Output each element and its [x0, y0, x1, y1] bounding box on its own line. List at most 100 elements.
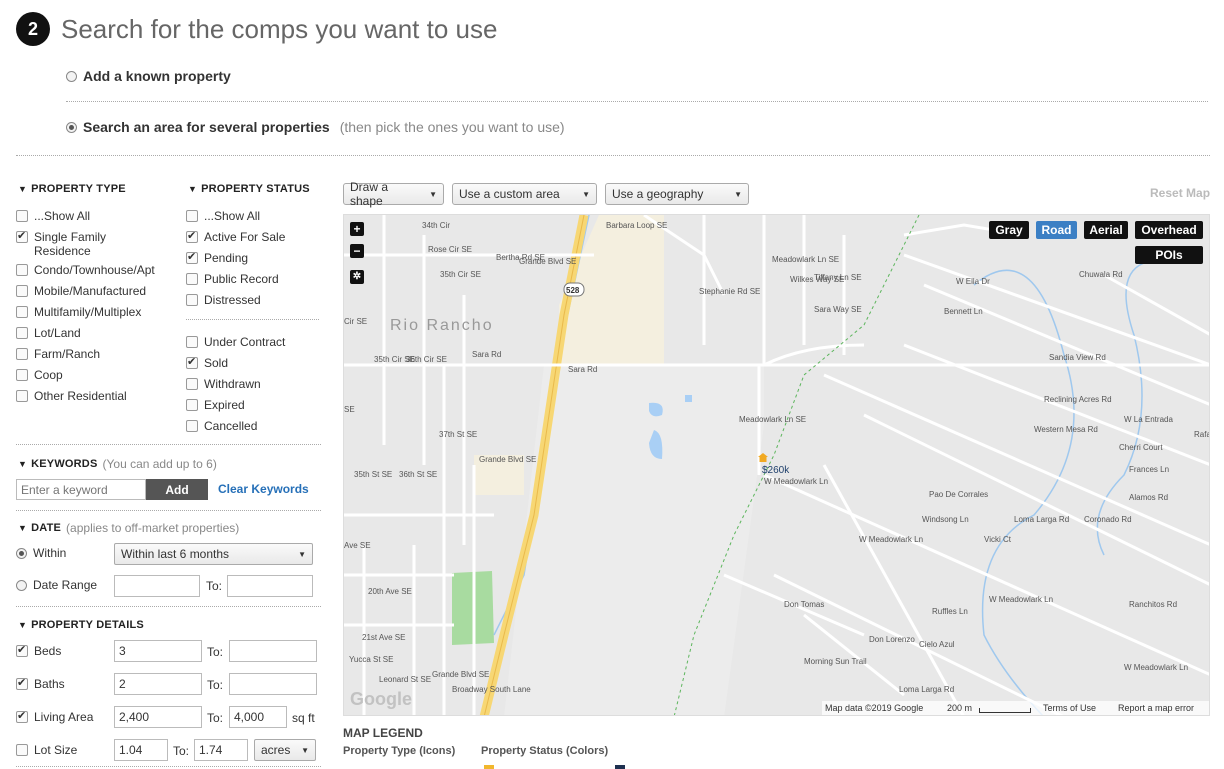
zoom-out-button[interactable]: − — [350, 244, 364, 258]
keywords-header[interactable]: ▼ KEYWORDS (You can add up to 6) — [18, 457, 217, 471]
living-area-from-input[interactable] — [114, 706, 202, 728]
property-type-checkbox[interactable] — [16, 369, 28, 381]
beds-checkbox-row[interactable]: Beds — [16, 643, 61, 658]
property-type-checkbox[interactable] — [16, 390, 28, 402]
property-marker[interactable] — [758, 453, 768, 462]
lot-size-from-input[interactable] — [114, 739, 168, 761]
add-keyword-button[interactable]: Add — [146, 479, 208, 500]
report-error-link[interactable]: Report a map error — [1118, 703, 1194, 713]
property-type-item[interactable]: Farm/Ranch — [16, 347, 176, 368]
property-status-item[interactable]: Public Record — [186, 272, 321, 293]
property-status-item[interactable]: Pending — [186, 250, 321, 272]
property-type-checkbox[interactable] — [16, 264, 28, 276]
property-type-checkbox[interactable] — [16, 229, 28, 243]
living-area-label: Living Area — [34, 710, 94, 724]
property-status-checkbox[interactable] — [186, 378, 198, 390]
living-area-checkbox[interactable] — [16, 709, 28, 723]
lot-size-checkbox[interactable] — [16, 744, 28, 756]
lot-size-unit-select[interactable]: acres ▼ — [254, 739, 316, 761]
street-label: Sandia View Rd — [1049, 353, 1106, 362]
property-status-checkbox[interactable] — [186, 399, 198, 411]
property-type-item[interactable]: Lot/Land — [16, 326, 176, 347]
property-status-item[interactable]: Under Contract — [186, 335, 321, 356]
property-type-item[interactable]: Coop — [16, 368, 176, 389]
house-icon — [758, 453, 768, 462]
date-range-to-input[interactable] — [227, 575, 313, 597]
chevron-down-icon: ▼ — [298, 549, 306, 559]
property-type-item[interactable]: Single Family Residence — [16, 229, 176, 263]
option-known-property[interactable]: Add a known property — [66, 68, 231, 84]
reset-map-link[interactable]: Reset Map — [1150, 186, 1210, 200]
property-status-item[interactable]: Distressed — [186, 293, 321, 314]
property-status-checkbox[interactable] — [186, 210, 198, 222]
within-select[interactable]: Within last 6 months ▼ — [114, 543, 313, 565]
property-status-item[interactable]: Active For Sale — [186, 229, 321, 251]
radio-within[interactable] — [16, 547, 27, 559]
baths-from-input[interactable] — [114, 673, 202, 695]
map-mode-gray[interactable]: Gray — [989, 221, 1029, 239]
property-type-checkbox[interactable] — [16, 210, 28, 222]
property-status-item[interactable]: ...Show All — [186, 209, 321, 230]
beds-from-input[interactable] — [114, 640, 202, 662]
property-type-checkbox[interactable] — [16, 285, 28, 297]
clear-keywords-link[interactable]: Clear Keywords — [218, 482, 309, 496]
divider — [16, 155, 1210, 156]
keyword-input[interactable] — [16, 479, 146, 500]
custom-area-select[interactable]: Use a custom area ▼ — [452, 183, 597, 205]
property-status-checkbox[interactable] — [186, 336, 198, 348]
map-mode-aerial[interactable]: Aerial — [1084, 221, 1128, 239]
property-status-header[interactable]: ▼ PROPERTY STATUS — [188, 183, 310, 195]
property-status-checkbox[interactable] — [186, 420, 198, 432]
date-range-from-input[interactable] — [114, 575, 200, 597]
option-search-area[interactable]: Search an area for several properties (t… — [66, 119, 565, 135]
living-area-checkbox-row[interactable]: Living Area — [16, 709, 94, 724]
radio-search-area[interactable] — [66, 121, 77, 133]
property-type-header[interactable]: ▼ PROPERTY TYPE — [18, 183, 126, 195]
property-type-item[interactable]: Mobile/Manufactured — [16, 284, 176, 305]
baths-checkbox[interactable] — [16, 676, 28, 690]
beds-checkbox[interactable] — [16, 643, 28, 657]
date-header[interactable]: ▼ DATE (applies to off-market properties… — [18, 521, 239, 535]
lot-size-checkbox-row[interactable]: Lot Size — [16, 743, 77, 757]
radio-date-range[interactable] — [16, 579, 27, 591]
baths-to-input[interactable] — [229, 673, 317, 695]
page-title: Search for the comps you want to use — [61, 13, 498, 44]
locate-icon[interactable]: ✲ — [350, 270, 364, 284]
living-area-to-input[interactable] — [229, 706, 287, 728]
price-marker-label: $260k — [762, 465, 790, 476]
street-label: Ave SE — [344, 541, 371, 550]
street-label: 36th Cir SE — [406, 355, 447, 364]
property-status-item[interactable]: Expired — [186, 398, 321, 419]
property-type-item[interactable]: ...Show All — [16, 209, 176, 230]
map-mode-road[interactable]: Road — [1036, 221, 1077, 239]
map-mode-overhead[interactable]: Overhead — [1135, 221, 1203, 239]
map-canvas[interactable]: 528 Rio Rancho 34th Cir Rose Cir SE 35th C… — [343, 214, 1210, 716]
date-range-option[interactable]: Date Range — [16, 578, 97, 592]
baths-checkbox-row[interactable]: Baths — [16, 676, 65, 691]
geography-select[interactable]: Use a geography ▼ — [605, 183, 749, 205]
property-type-item[interactable]: Other Residential — [16, 389, 176, 410]
terms-link[interactable]: Terms of Use — [1043, 703, 1096, 713]
pois-toggle[interactable]: POIs — [1135, 246, 1203, 264]
property-type-checkbox[interactable] — [16, 348, 28, 360]
property-status-item[interactable]: Cancelled — [186, 419, 321, 440]
property-type-item[interactable]: Multifamily/Multiplex — [16, 305, 176, 326]
property-status-checkbox[interactable] — [186, 294, 198, 306]
radio-known-property[interactable] — [66, 70, 77, 82]
date-within-option[interactable]: Within — [16, 546, 66, 560]
property-status-checkbox[interactable] — [186, 250, 198, 264]
beds-to-input[interactable] — [229, 640, 317, 662]
property-status-checkbox[interactable] — [186, 273, 198, 285]
street-label: Don Tomas — [784, 600, 825, 609]
draw-shape-select[interactable]: Draw a shape ▼ — [343, 180, 444, 208]
property-details-header[interactable]: ▼ PROPERTY DETAILS — [18, 619, 144, 631]
property-type-checkbox[interactable] — [16, 327, 28, 339]
property-status-checkbox[interactable] — [186, 229, 198, 243]
property-status-item[interactable]: Withdrawn — [186, 377, 321, 398]
property-type-checkbox[interactable] — [16, 306, 28, 318]
property-status-checkbox[interactable] — [186, 355, 198, 369]
lot-size-to-input[interactable] — [194, 739, 248, 761]
zoom-in-button[interactable]: + — [350, 222, 364, 236]
property-type-item[interactable]: Condo/Townhouse/Apt — [16, 263, 176, 284]
property-status-item[interactable]: Sold — [186, 355, 321, 377]
